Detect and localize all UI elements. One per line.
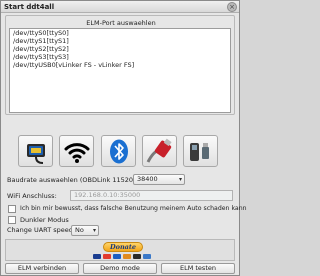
dark-mode-label: Dunkler Modus — [20, 216, 69, 224]
elm-connect-button[interactable]: ELM verbinden — [5, 263, 79, 274]
chevron-down-icon: ▾ — [178, 176, 182, 183]
obd-cable-icon — [27, 144, 45, 164]
port-list-item[interactable]: /dev/ttyS3[ttyS3] — [10, 53, 230, 61]
port-list-item[interactable]: /dev/ttyS2[ttyS2] — [10, 45, 230, 53]
card-icon — [103, 254, 111, 259]
port-group-title: ELM-Port auswaehlen — [86, 19, 156, 27]
port-list[interactable]: /dev/ttyS0[ttyS0] /dev/ttyS1[ttyS1] /dev… — [9, 28, 231, 113]
close-button[interactable]: × — [227, 2, 237, 12]
baudrate-label: Baudrate auswaehlen (OBDLink 115200) — [7, 176, 140, 184]
port-list-item[interactable]: /dev/ttyUSB0[vLinker FS - vLinker FS] — [10, 61, 230, 69]
window-title: Start ddt4all — [4, 3, 55, 11]
port-group: ELM-Port auswaehlen /dev/ttyS0[ttyS0] /d… — [5, 15, 235, 115]
wifi-adapter-button[interactable] — [59, 135, 94, 167]
usb-adapter-button[interactable] — [142, 135, 177, 167]
wifi-icon — [64, 143, 90, 163]
card-icon — [93, 254, 101, 259]
uart-value: No — [75, 226, 84, 234]
demo-mode-button[interactable]: Demo mode — [83, 263, 157, 274]
derlei-adapter-button[interactable] — [183, 135, 218, 167]
baudrate-value: 38400 — [137, 175, 158, 183]
port-list-item[interactable]: /dev/ttyS1[ttyS1] — [10, 37, 230, 45]
main-window: Start ddt4all × ELM-Port auswaehlen /dev… — [0, 0, 247, 276]
card-icon — [133, 254, 141, 259]
content-area: ELM-Port auswaehlen /dev/ttyS0[ttyS0] /d… — [5, 15, 247, 274]
adapter-icons-row — [5, 135, 235, 167]
card-icon — [143, 254, 151, 259]
dark-mode-checkbox[interactable] — [8, 216, 16, 224]
donate-button[interactable]: Donate — [103, 242, 143, 252]
card-icon — [123, 254, 131, 259]
wifi-address-input[interactable]: 192.168.0.10:35000 — [70, 190, 233, 201]
bluetooth-adapter-button[interactable] — [101, 135, 136, 167]
card-icon — [113, 254, 121, 259]
wifi-row: WiFi Anschluss: 192.168.0.10:35000 — [5, 190, 235, 202]
wifi-address-placeholder: 192.168.0.10:35000 — [74, 191, 141, 199]
uart-label: Change UART speed — [7, 226, 73, 234]
chevron-down-icon: ▾ — [92, 227, 96, 234]
wifi-label: WiFi Anschluss: — [7, 192, 57, 200]
uart-row: Change UART speed No ▾ — [5, 225, 235, 239]
disclaimer-checkbox[interactable] — [8, 205, 16, 213]
baudrate-select[interactable]: 38400 ▾ — [133, 174, 185, 185]
donate-area: Donate — [5, 239, 235, 261]
uart-select[interactable]: No ▾ — [71, 225, 99, 236]
usb-cable-icon — [146, 138, 172, 163]
derlei-usb-icon — [190, 143, 209, 161]
baudrate-row: Baudrate auswaehlen (OBDLink 115200) 384… — [5, 174, 235, 186]
port-list-item[interactable]: /dev/ttyS0[ttyS0] — [10, 29, 230, 37]
bluetooth-icon — [110, 139, 128, 164]
obd-adapter-button[interactable] — [18, 135, 53, 167]
elm-test-button[interactable]: ELM testen — [161, 263, 235, 274]
disclaimer-label: Ich bin mir bewusst, dass falsche Benutz… — [20, 205, 247, 212]
title-bar[interactable]: Start ddt4all × — [1, 1, 239, 13]
